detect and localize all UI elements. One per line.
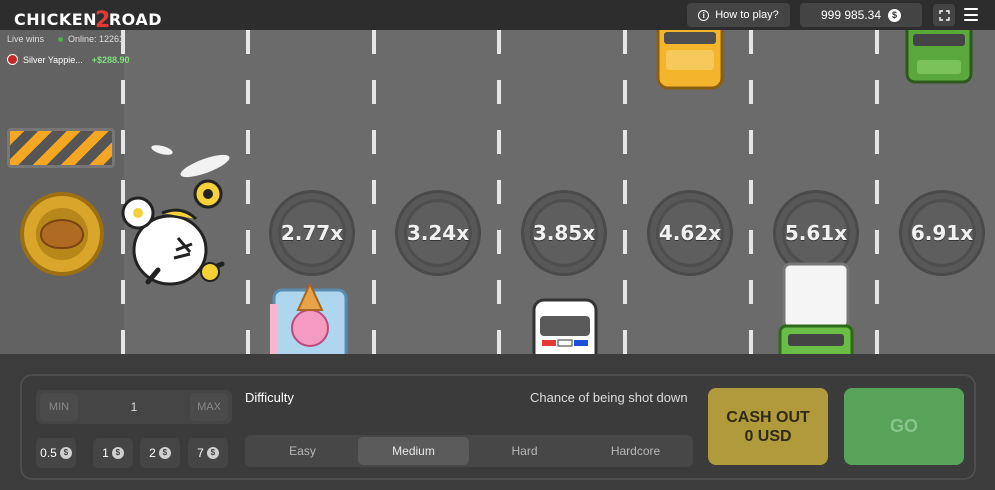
feather-icon bbox=[151, 145, 230, 178]
multiplier-value: 5.61x bbox=[784, 221, 848, 245]
chance-label: Chance of being shot down bbox=[530, 390, 688, 405]
info-icon: i bbox=[698, 9, 710, 21]
quick-bet-label: 7 bbox=[197, 446, 204, 460]
start-manhole bbox=[20, 192, 104, 276]
balance-display: 999 985.34 $ bbox=[800, 3, 922, 27]
lane-divider bbox=[246, 30, 250, 354]
bet-amount-input[interactable]: 1 bbox=[131, 400, 138, 414]
difficulty-medium[interactable]: Medium bbox=[358, 437, 469, 465]
lane-divider bbox=[749, 30, 753, 354]
logo-text-right: ROAD bbox=[108, 10, 163, 29]
win-amount: +$288.90 bbox=[91, 54, 130, 65]
quick-bet-button[interactable]: 0.5 $ bbox=[36, 438, 76, 468]
live-wins-bar: Live wins Online: 12261 bbox=[7, 34, 124, 44]
dollar-coin-icon: $ bbox=[206, 447, 219, 459]
lane-divider bbox=[875, 30, 879, 354]
game-board: Live wins Online: 12261 Silver Yappie...… bbox=[0, 30, 995, 354]
how-to-play-label: How to play? bbox=[715, 9, 779, 21]
control-panel: MIN 1 MAX 0.5 $ 1 $ 2 $ 7 $ Difficulty C… bbox=[20, 374, 976, 480]
difficulty-hard[interactable]: Hard bbox=[469, 437, 580, 465]
top-bar: CHICKEN2ROAD i How to play? 999 985.34 $ bbox=[0, 0, 995, 33]
difficulty-hardcore[interactable]: Hardcore bbox=[580, 437, 691, 465]
yellow-car bbox=[656, 30, 724, 90]
min-bet-button[interactable]: MIN bbox=[40, 393, 78, 421]
dollar-coin-icon: $ bbox=[59, 447, 72, 459]
quick-bet-button[interactable]: 2 $ bbox=[140, 438, 180, 468]
multiplier-tile[interactable]: 2.77x bbox=[269, 190, 355, 276]
multiplier-value: 2.77x bbox=[280, 221, 344, 245]
menu-bar bbox=[964, 13, 978, 16]
ice-cream-truck bbox=[270, 284, 348, 354]
logo-text-left: CHICKEN bbox=[14, 10, 98, 29]
dollar-coin-icon: $ bbox=[888, 8, 902, 22]
quick-bet-label: 1 bbox=[102, 446, 109, 460]
online-dot-icon bbox=[58, 37, 64, 42]
lane-divider bbox=[372, 30, 376, 354]
multiplier-value: 6.91x bbox=[910, 221, 974, 245]
winner-name: Silver Yappie... bbox=[23, 54, 83, 65]
bet-amount-control: MIN 1 MAX bbox=[36, 390, 232, 424]
difficulty-selector: Easy Medium Hard Hardcore bbox=[245, 435, 693, 467]
quick-bet-label: 2 bbox=[149, 446, 156, 460]
difficulty-easy[interactable]: Easy bbox=[247, 437, 358, 465]
live-wins-label: Live wins bbox=[7, 34, 45, 44]
roast-chicken-icon bbox=[40, 219, 84, 249]
quick-bet-label: 0.5 bbox=[40, 446, 57, 460]
green-truck bbox=[905, 30, 973, 84]
online-count: Online: 12261 bbox=[58, 34, 124, 44]
cash-out-label: CASH OUT bbox=[726, 408, 810, 426]
multiplier-tile[interactable]: 6.91x bbox=[899, 190, 985, 276]
cash-out-button[interactable]: CASH OUT 0 USD bbox=[708, 388, 828, 465]
cash-out-amount: 0 USD bbox=[744, 427, 792, 445]
multiplier-value: 4.62x bbox=[658, 221, 722, 245]
chicken-character bbox=[121, 179, 225, 286]
multiplier-tile[interactable]: 3.85x bbox=[521, 190, 607, 276]
quick-bet-button[interactable]: 1 $ bbox=[93, 438, 133, 468]
multiplier-tile[interactable]: 4.62x bbox=[647, 190, 733, 276]
online-count-text: Online: 12261 bbox=[68, 34, 125, 44]
balance-value: 999 985.34 bbox=[820, 8, 882, 22]
quick-bet-button[interactable]: 7 $ bbox=[188, 438, 228, 468]
multiplier-value: 3.24x bbox=[406, 221, 470, 245]
fullscreen-button[interactable] bbox=[933, 4, 955, 26]
lane-divider bbox=[497, 30, 501, 354]
how-to-play-button[interactable]: i How to play? bbox=[687, 3, 790, 27]
lane-divider bbox=[623, 30, 627, 354]
avatar bbox=[7, 54, 18, 65]
recent-win-row: Silver Yappie... +$288.90 bbox=[7, 54, 130, 65]
menu-button[interactable] bbox=[964, 8, 978, 21]
menu-bar bbox=[964, 19, 978, 21]
multiplier-tile[interactable]: 3.24x bbox=[395, 190, 481, 276]
fullscreen-icon bbox=[938, 9, 950, 21]
menu-bar bbox=[964, 8, 978, 10]
dollar-coin-icon: $ bbox=[111, 447, 124, 459]
dollar-coin-icon: $ bbox=[158, 447, 171, 459]
go-button[interactable]: GO bbox=[844, 388, 964, 465]
max-bet-button[interactable]: MAX bbox=[190, 393, 228, 421]
white-truck bbox=[778, 262, 854, 354]
multiplier-value: 3.85x bbox=[532, 221, 596, 245]
difficulty-label: Difficulty bbox=[245, 390, 294, 405]
police-car bbox=[532, 298, 598, 354]
game-logo: CHICKEN2ROAD bbox=[14, 6, 163, 33]
road-barrier bbox=[7, 128, 115, 168]
